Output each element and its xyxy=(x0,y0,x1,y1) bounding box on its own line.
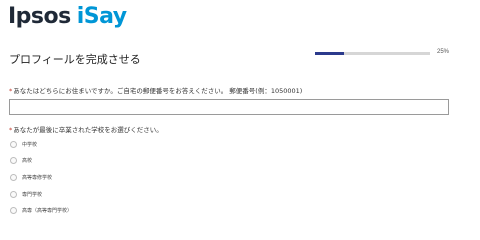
logo-main-text: Ipsos xyxy=(8,4,71,29)
question-text: あなたはどちらにお住まいですか。ご自宅の郵便番号をお答えください。 郵便番号(例… xyxy=(13,87,303,95)
option-label: 中学校 xyxy=(22,141,38,148)
required-marker: * xyxy=(9,126,13,134)
option-high-school[interactable]: 高校 xyxy=(10,157,72,165)
progress-bar xyxy=(315,52,430,55)
logo-sub-text: iSay xyxy=(76,4,127,29)
progress-bar-fill xyxy=(315,52,344,55)
progress-percent: 25% xyxy=(437,49,450,55)
survey-page: Ipsos iSay プロフィールを完成させる 25% *あなたはどちらにお住ま… xyxy=(0,0,480,218)
ipsos-isay-logo: Ipsos iSay xyxy=(8,6,127,28)
page-title: プロフィールを完成させる xyxy=(9,53,141,66)
radio-button[interactable] xyxy=(10,173,17,181)
question-text: あなたが最後に卒業された学校をお選びください。 xyxy=(13,126,163,134)
radio-button[interactable] xyxy=(10,207,17,215)
option-higher-vocational[interactable]: 高等専修学校 xyxy=(10,173,72,181)
question-postal-code: *あなたはどちらにお住まいですか。ご自宅の郵便番号をお答えください。 郵便番号(… xyxy=(9,85,302,95)
option-technical-college[interactable]: 高専（高等専門学校） xyxy=(10,207,72,215)
radio-button[interactable] xyxy=(10,140,17,148)
postal-code-input[interactable] xyxy=(9,99,449,115)
option-vocational-school[interactable]: 専門学校 xyxy=(10,190,72,198)
education-options: 中学校 高校 高等専修学校 専門学校 高専（高等専門学校） xyxy=(10,140,72,223)
radio-button[interactable] xyxy=(10,157,17,165)
required-marker: * xyxy=(9,87,13,95)
radio-button[interactable] xyxy=(10,190,17,198)
option-label: 高等専修学校 xyxy=(22,174,53,181)
option-label: 高校 xyxy=(22,158,33,165)
option-junior-high[interactable]: 中学校 xyxy=(10,140,72,148)
question-education: *あなたが最後に卒業された学校をお選びください。 xyxy=(9,124,163,134)
option-label: 専門学校 xyxy=(22,191,43,198)
option-label: 高専（高等専門学校） xyxy=(22,208,73,215)
